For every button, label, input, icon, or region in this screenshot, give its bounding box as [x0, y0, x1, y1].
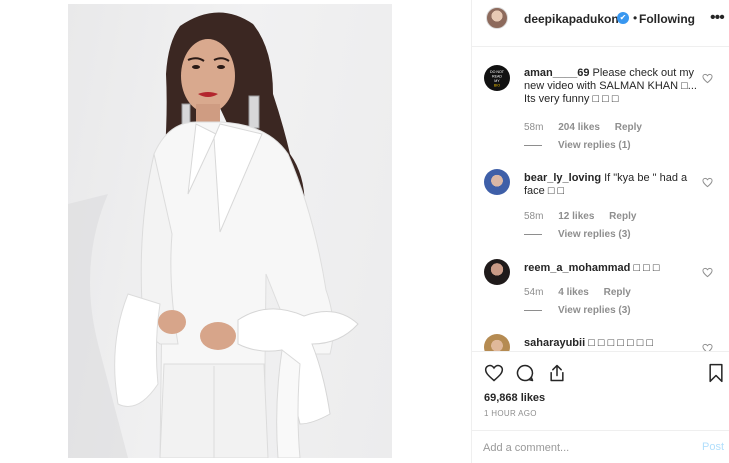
comment-body: aman____69 Please check out my new video… [524, 67, 699, 106]
comment-time: 58m [524, 122, 544, 133]
svg-text:READ: READ [492, 75, 502, 79]
add-comment-input[interactable] [483, 440, 683, 456]
post-header: deepikapadukone ✔ • Following ••• [472, 0, 729, 47]
more-options-icon[interactable]: ••• [710, 9, 725, 27]
like-comment-heart-icon[interactable] [702, 73, 713, 84]
comment-meta: 58m 204 likes Reply [524, 122, 654, 133]
comment-likes[interactable]: 12 likes [558, 211, 594, 222]
author-avatar[interactable] [486, 7, 508, 29]
comment-time: 54m [524, 287, 544, 298]
comment-username[interactable]: saharayubii [524, 337, 585, 349]
like-comment-heart-icon[interactable] [702, 343, 713, 351]
view-replies-label: View replies (1) [558, 140, 631, 151]
post-side-panel: deepikapadukone ✔ • Following ••• DO NOT… [471, 0, 729, 463]
verified-badge-icon: ✔ [617, 12, 629, 24]
svg-text:DO NOT: DO NOT [490, 70, 505, 74]
avatar-text-image: DO NOT READ MY BIO [490, 70, 505, 88]
comment-body: bear_ly_loving If "kya be " had a face □… [524, 172, 699, 198]
comment-likes[interactable]: 204 likes [558, 122, 600, 133]
header-separator: • [633, 11, 638, 25]
svg-text:MY: MY [494, 79, 500, 83]
comment-meta: 58m 12 likes Reply [524, 211, 648, 222]
commenter-avatar[interactable] [484, 334, 510, 351]
comment-meta: 54m 4 likes Reply [524, 287, 643, 298]
view-replies-label: View replies (3) [558, 229, 631, 240]
post-photo-illustration [68, 12, 359, 458]
like-comment-heart-icon[interactable] [702, 267, 713, 278]
share-icon[interactable] [547, 363, 567, 383]
commenter-avatar[interactable] [484, 259, 510, 285]
comment-reply-button[interactable]: Reply [609, 211, 636, 222]
comment-username[interactable]: aman____69 [524, 67, 589, 79]
save-bookmark-icon[interactable] [706, 363, 726, 383]
author-username[interactable]: deepikapadukone [524, 12, 625, 26]
comment-body: saharayubii □ □ □ □ □ □ □ [524, 337, 699, 350]
comment-bubble-icon[interactable] [515, 363, 535, 383]
post-likes-count[interactable]: 69,868 likes [484, 392, 545, 404]
comment-text: □ □ □ [633, 262, 660, 274]
view-replies-button[interactable]: View replies (3) [524, 229, 631, 240]
comment-reply-button[interactable]: Reply [604, 287, 631, 298]
comments-list[interactable]: DO NOT READ MY BIO aman____69 Please che… [472, 48, 729, 351]
replies-divider [524, 144, 542, 146]
add-comment-section: Post [472, 430, 729, 463]
post-comment-button[interactable]: Post [702, 441, 724, 453]
following-button[interactable]: Following [639, 12, 695, 26]
like-comment-heart-icon[interactable] [702, 177, 713, 188]
post-photo[interactable] [68, 4, 392, 458]
commenter-avatar[interactable] [484, 169, 510, 195]
post-media-area [0, 0, 471, 463]
comment-time: 58m [524, 211, 544, 222]
view-replies-button[interactable]: View replies (1) [524, 140, 631, 151]
svg-text:BIO: BIO [494, 84, 500, 88]
view-replies-label: View replies (3) [558, 305, 631, 316]
comment-likes[interactable]: 4 likes [558, 287, 589, 298]
comment-text: □ □ □ □ □ □ □ [588, 337, 654, 349]
like-heart-icon[interactable] [484, 363, 504, 383]
replies-divider [524, 233, 542, 235]
comment-body: reem_a_mohammad □ □ □ [524, 262, 699, 275]
comment-username[interactable]: bear_ly_loving [524, 172, 601, 184]
commenter-avatar[interactable]: DO NOT READ MY BIO [484, 65, 510, 91]
post-timestamp[interactable]: 1 HOUR AGO [484, 409, 537, 418]
replies-divider [524, 309, 542, 311]
view-replies-button[interactable]: View replies (3) [524, 305, 631, 316]
comment-reply-button[interactable]: Reply [615, 122, 642, 133]
comment-username[interactable]: reem_a_mohammad [524, 262, 630, 274]
post-actions-bar: 69,868 likes 1 HOUR AGO Post [472, 351, 729, 463]
